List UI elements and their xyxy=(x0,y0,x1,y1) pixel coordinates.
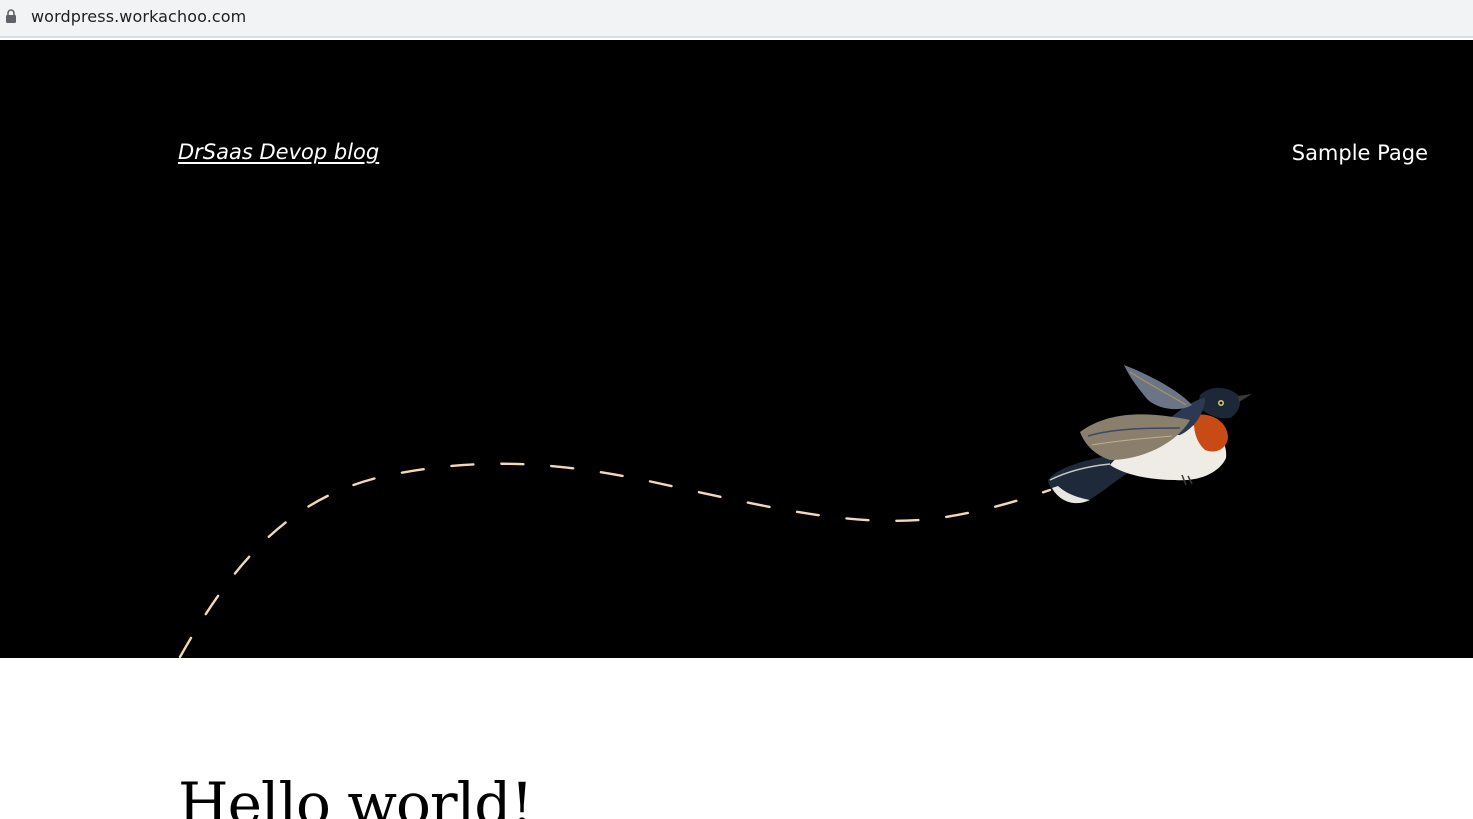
main-content: Hello world! xyxy=(0,658,1473,819)
site-header: DrSaas Devop blog Sample Page xyxy=(0,40,1473,658)
url-text[interactable]: wordpress.workachoo.com xyxy=(31,7,246,26)
nav-link-sample-page[interactable]: Sample Page xyxy=(1292,141,1428,165)
address-bar[interactable]: wordpress.workachoo.com xyxy=(0,0,1473,38)
post-title[interactable]: Hello world! xyxy=(178,770,534,819)
lock-icon xyxy=(6,9,16,23)
bird-illustration xyxy=(1048,365,1252,504)
dashed-flight-path xyxy=(178,462,1052,658)
site-title-link[interactable]: DrSaas Devop blog xyxy=(178,140,379,164)
flight-path-illustration xyxy=(178,365,1252,658)
